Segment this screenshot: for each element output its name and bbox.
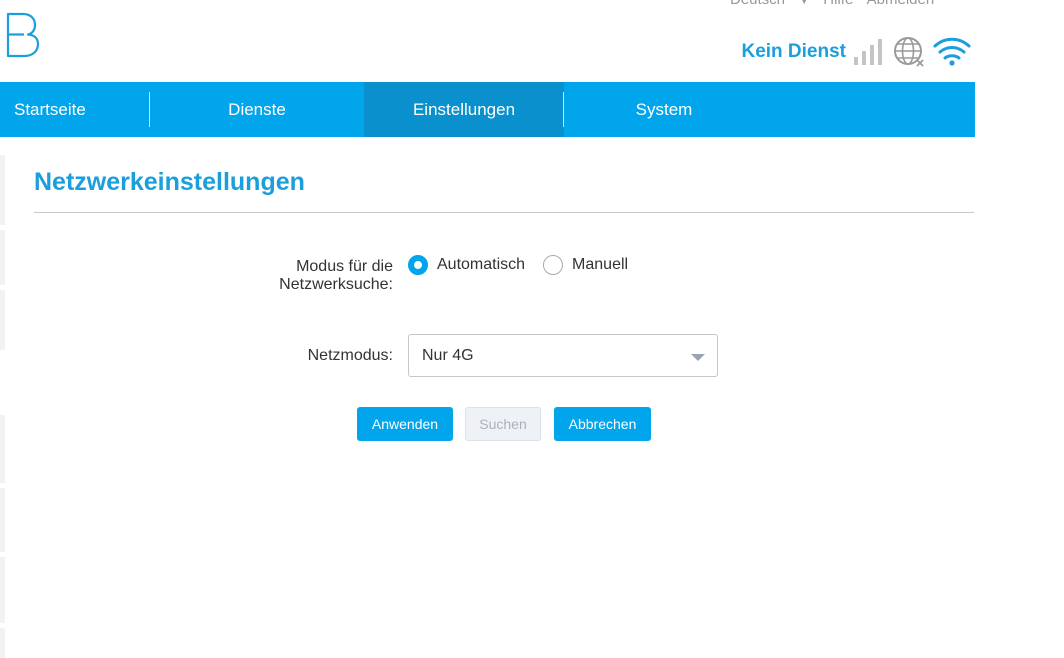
network-mode-value: Nur 4G bbox=[422, 346, 474, 364]
radio-automatic-label[interactable]: Automatisch bbox=[437, 256, 525, 274]
tab-system[interactable]: System bbox=[564, 82, 764, 137]
radio-manual-label[interactable]: Manuell bbox=[572, 256, 628, 274]
sidebar-edge bbox=[0, 155, 5, 225]
radio-automatic[interactable] bbox=[408, 255, 428, 275]
tab-startseite[interactable]: Startseite bbox=[0, 82, 150, 137]
main-navigation: Startseite Dienste Einstellungen System bbox=[0, 82, 975, 137]
signal-bars-icon bbox=[854, 39, 882, 65]
sidebar-edge bbox=[0, 628, 5, 658]
page-title: Netzwerkeinstellungen bbox=[34, 168, 305, 196]
connection-status: Kein Dienst bbox=[741, 34, 972, 70]
help-link[interactable]: Hilfe bbox=[823, 0, 853, 8]
sidebar-edge bbox=[0, 415, 5, 483]
tab-einstellungen[interactable]: Einstellungen bbox=[364, 82, 564, 137]
search-mode-label: Modus für die Netzwerksuche: bbox=[279, 258, 393, 293]
sidebar-edge bbox=[0, 230, 5, 285]
chevron-down-icon bbox=[691, 354, 705, 361]
sidebar-edge bbox=[0, 557, 5, 623]
service-status-text: Kein Dienst bbox=[741, 41, 846, 62]
sidebar-edge bbox=[0, 488, 5, 552]
network-mode-select[interactable]: Nur 4G bbox=[408, 334, 718, 377]
cancel-button[interactable]: Abbrechen bbox=[554, 407, 651, 441]
tab-dienste[interactable]: Dienste bbox=[150, 82, 364, 137]
chevron-down-icon: ▼ bbox=[799, 0, 810, 7]
language-select[interactable]: Deutsch bbox=[730, 0, 785, 8]
sidebar-edge bbox=[0, 290, 5, 350]
logout-link[interactable]: Abmelden bbox=[867, 0, 935, 8]
search-mode-radio-group: Automatisch Manuell bbox=[408, 255, 646, 275]
search-button[interactable]: Suchen bbox=[465, 407, 541, 441]
title-divider bbox=[34, 212, 974, 213]
radio-manual[interactable] bbox=[543, 255, 564, 275]
top-links: Deutsch ▼ Hilfe Abmelden bbox=[730, 0, 944, 8]
network-mode-label: Netzmodus: bbox=[307, 347, 393, 364]
wifi-icon bbox=[933, 37, 971, 66]
globe-disconnected-icon bbox=[894, 37, 924, 67]
apply-button[interactable]: Anwenden bbox=[357, 407, 453, 441]
brand-logo-icon bbox=[6, 12, 40, 58]
